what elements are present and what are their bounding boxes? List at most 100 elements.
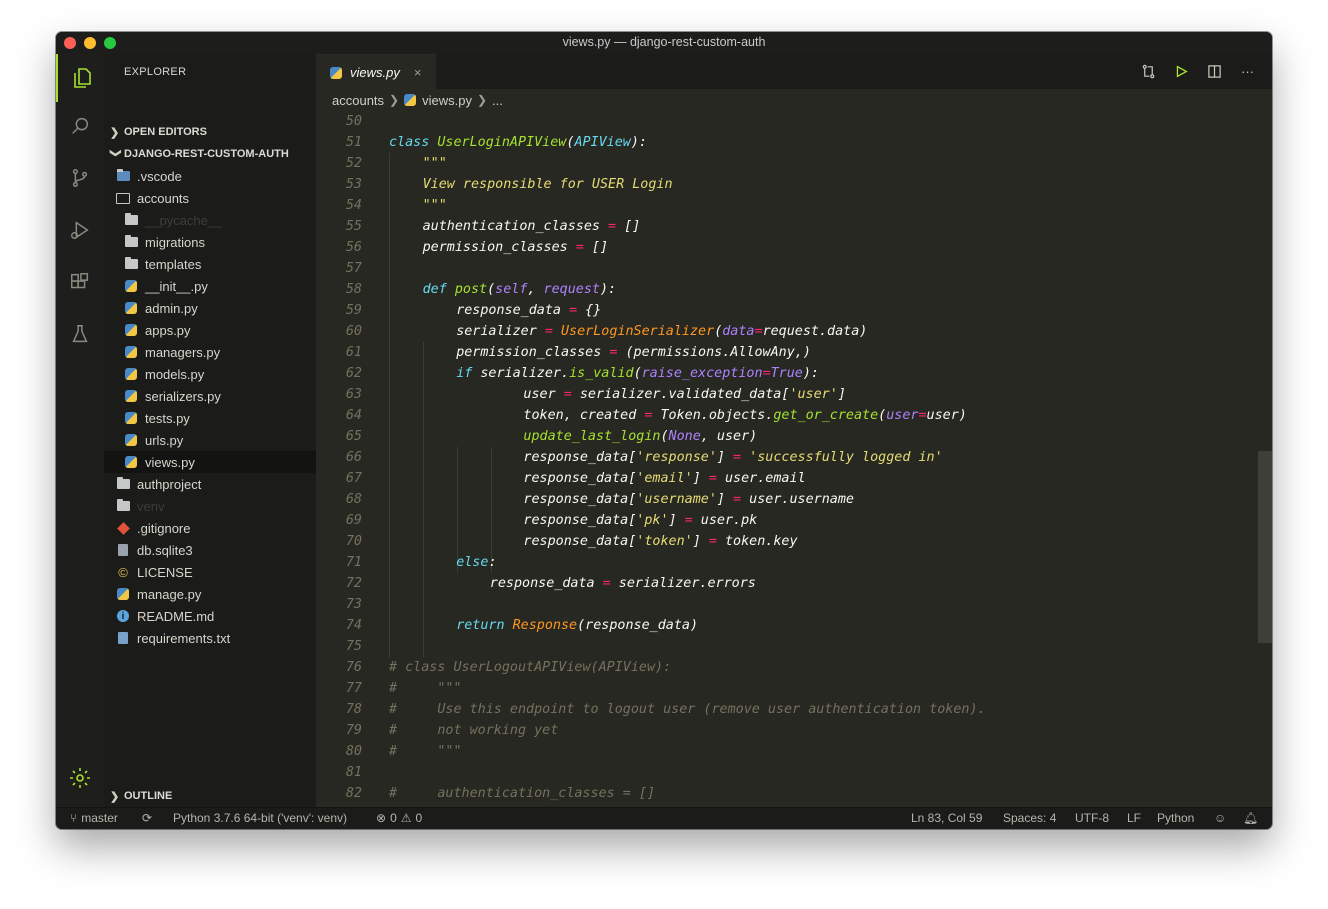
tree-item-views[interactable]: views.py [104, 451, 336, 473]
line-number: 50 [345, 114, 362, 129]
problems-status[interactable]: ⊗ 0 ⚠ 0 [376, 811, 422, 825]
code-editor[interactable]: 50 51 class UserLoginAPIView(APIView): 52 ""… [316, 111, 1272, 807]
tree-item-serializers[interactable]: serializers.py [104, 385, 336, 407]
tree-item-db[interactable]: db.sqlite3 [104, 539, 328, 561]
tree-item-venv[interactable]: venv [104, 495, 328, 517]
explorer-icon[interactable] [56, 54, 106, 102]
tab-views-py[interactable]: views.py × [316, 54, 436, 90]
tree-item-label: __pycache__ [145, 212, 223, 228]
code-line[interactable]: 76 # class UserLogoutAPIView(APIView): [316, 657, 1256, 678]
code-line[interactable]: 75 [316, 636, 1256, 657]
code-line[interactable]: 61 permission_classes = (permissions.Allo… [316, 342, 1256, 363]
feedback-icon[interactable]: ☺ [1214, 811, 1226, 825]
tree-item-templates[interactable]: templates [104, 253, 336, 275]
tree-item-license[interactable]: © LICENSE [104, 561, 328, 583]
code-line[interactable]: 77 # """ [316, 678, 1256, 699]
tree-item-manage[interactable]: manage.py [104, 583, 328, 605]
tree-item-admin[interactable]: admin.py [104, 297, 336, 319]
run-debug-icon[interactable] [56, 206, 104, 254]
code-line[interactable]: 53 View responsible for USER Login [316, 174, 1256, 195]
code-line[interactable]: 54 """ [316, 195, 1256, 216]
line-content: permission_classes = [] [422, 240, 609, 255]
tree-item-gitignore[interactable]: .gitignore [104, 517, 328, 539]
breadcrumb-symbol[interactable]: ... [492, 93, 503, 108]
code-line[interactable]: 74 return Response(response_data) [316, 615, 1256, 636]
vertical-scrollbar[interactable] [1258, 451, 1272, 643]
source-control-icon[interactable] [56, 154, 104, 202]
notifications-bell-icon[interactable]: 🔔︎ [1243, 811, 1258, 825]
test-flask-icon[interactable] [56, 310, 104, 358]
line-content: permission_classes = (permissions.AllowA… [456, 345, 811, 360]
code-line[interactable]: 71 else: [316, 552, 1256, 573]
tree-item-urls[interactable]: urls.py [104, 429, 336, 451]
code-line[interactable]: 78 # Use this endpoint to logout user (re… [316, 699, 1256, 720]
code-line[interactable]: 57 [316, 258, 1256, 279]
tree-item-models[interactable]: models.py [104, 363, 336, 385]
code-line[interactable]: 52 """ [316, 153, 1256, 174]
code-line[interactable]: 72 response_data = serializer.errors [316, 573, 1256, 594]
code-line[interactable]: 69 response_data['pk'] = user.pk [316, 510, 1256, 531]
tree-item-authproject[interactable]: authproject [104, 473, 328, 495]
tree-item-readme[interactable]: i README.md [104, 605, 328, 627]
code-line[interactable]: 66 response_data['response'] = 'successfu… [316, 447, 1256, 468]
line-number: 72 [345, 576, 362, 591]
settings-gear-icon[interactable] [56, 754, 104, 802]
line-number: 82 [345, 786, 362, 801]
chevron-down-icon: ❯ [109, 148, 122, 158]
tree-item-managers[interactable]: managers.py [104, 341, 336, 363]
tree-item-tests[interactable]: tests.py [104, 407, 336, 429]
python-interpreter[interactable]: Python 3.7.6 64-bit ('venv': venv) [173, 811, 347, 825]
compare-changes-icon[interactable] [1140, 63, 1157, 80]
code-line[interactable]: 51 class UserLoginAPIView(APIView): [316, 132, 1256, 153]
open-editors-section[interactable]: ❯ OPEN EDITORS [104, 121, 316, 143]
cursor-position[interactable]: Ln 83, Col 59 [911, 811, 982, 825]
outline-section[interactable]: ❯ OUTLINE [104, 785, 316, 807]
code-line[interactable]: 68 response_data['username'] = user.usern… [316, 489, 1256, 510]
tree-item-accounts[interactable]: accounts [104, 187, 328, 209]
code-line[interactable]: 63 user = serializer.validated_data['user… [316, 384, 1256, 405]
extensions-icon[interactable] [56, 258, 104, 306]
warning-icon: ⚠ [400, 811, 412, 825]
line-content: update_last_login(None, user) [523, 429, 758, 444]
encoding-status[interactable]: UTF-8 [1075, 811, 1109, 825]
code-line[interactable]: 60 serializer = UserLoginSerializer(data=… [316, 321, 1256, 342]
project-section[interactable]: ❯ DJANGO-REST-CUSTOM-AUTH [104, 143, 316, 165]
close-tab-icon[interactable]: × [414, 65, 422, 80]
code-line[interactable]: 50 [316, 111, 1256, 132]
tree-item-pycache[interactable]: __pycache__ [104, 209, 336, 231]
language-mode[interactable]: Python [1157, 811, 1194, 825]
tree-item-apps[interactable]: apps.py [104, 319, 336, 341]
tree-item-requirements[interactable]: requirements.txt [104, 627, 328, 649]
git-branch-status[interactable]: ⑂ master [70, 811, 118, 825]
code-line[interactable]: 67 response_data['email'] = user.email [316, 468, 1256, 489]
code-line[interactable]: 65 update_last_login(None, user) [316, 426, 1256, 447]
code-line[interactable]: 58 def post(self, request): [316, 279, 1256, 300]
breadcrumb-file[interactable]: views.py [422, 93, 472, 108]
tree-item-init[interactable]: __init__.py [104, 275, 336, 297]
search-icon[interactable] [56, 102, 104, 150]
breadcrumb: accounts ❯ views.py ❯ ... [316, 89, 1272, 111]
code-line[interactable]: 79 # not working yet [316, 720, 1256, 741]
code-line[interactable]: 82 # authentication_classes = [] [316, 783, 1256, 804]
code-line[interactable]: 64 token, created = Token.objects.get_or_… [316, 405, 1256, 426]
code-line[interactable]: 70 response_data['token'] = token.key [316, 531, 1256, 552]
line-number: 57 [345, 261, 362, 276]
code-line[interactable]: 62 if serializer.is_valid(raise_exception… [316, 363, 1256, 384]
run-python-file-icon[interactable] [1173, 63, 1190, 80]
eol-status[interactable]: LF [1127, 811, 1141, 825]
split-editor-icon[interactable] [1206, 63, 1223, 80]
line-number: 56 [345, 240, 362, 255]
tree-item-vscode[interactable]: .vscode [104, 165, 328, 187]
breadcrumb-folder[interactable]: accounts [332, 93, 384, 108]
more-actions-icon[interactable]: ··· [1239, 63, 1256, 80]
code-line[interactable]: 81 [316, 762, 1256, 783]
code-line[interactable]: 56 permission_classes = [] [316, 237, 1256, 258]
code-line[interactable]: 80 # """ [316, 741, 1256, 762]
tree-item-migrations[interactable]: migrations [104, 231, 336, 253]
code-line[interactable]: 59 response_data = {} [316, 300, 1256, 321]
sync-icon[interactable]: ⟳ [142, 811, 152, 825]
git-branch-icon: ⑂ [70, 811, 78, 825]
code-line[interactable]: 55 authentication_classes = [] [316, 216, 1256, 237]
indentation-status[interactable]: Spaces: 4 [1003, 811, 1056, 825]
code-line[interactable]: 73 [316, 594, 1256, 615]
